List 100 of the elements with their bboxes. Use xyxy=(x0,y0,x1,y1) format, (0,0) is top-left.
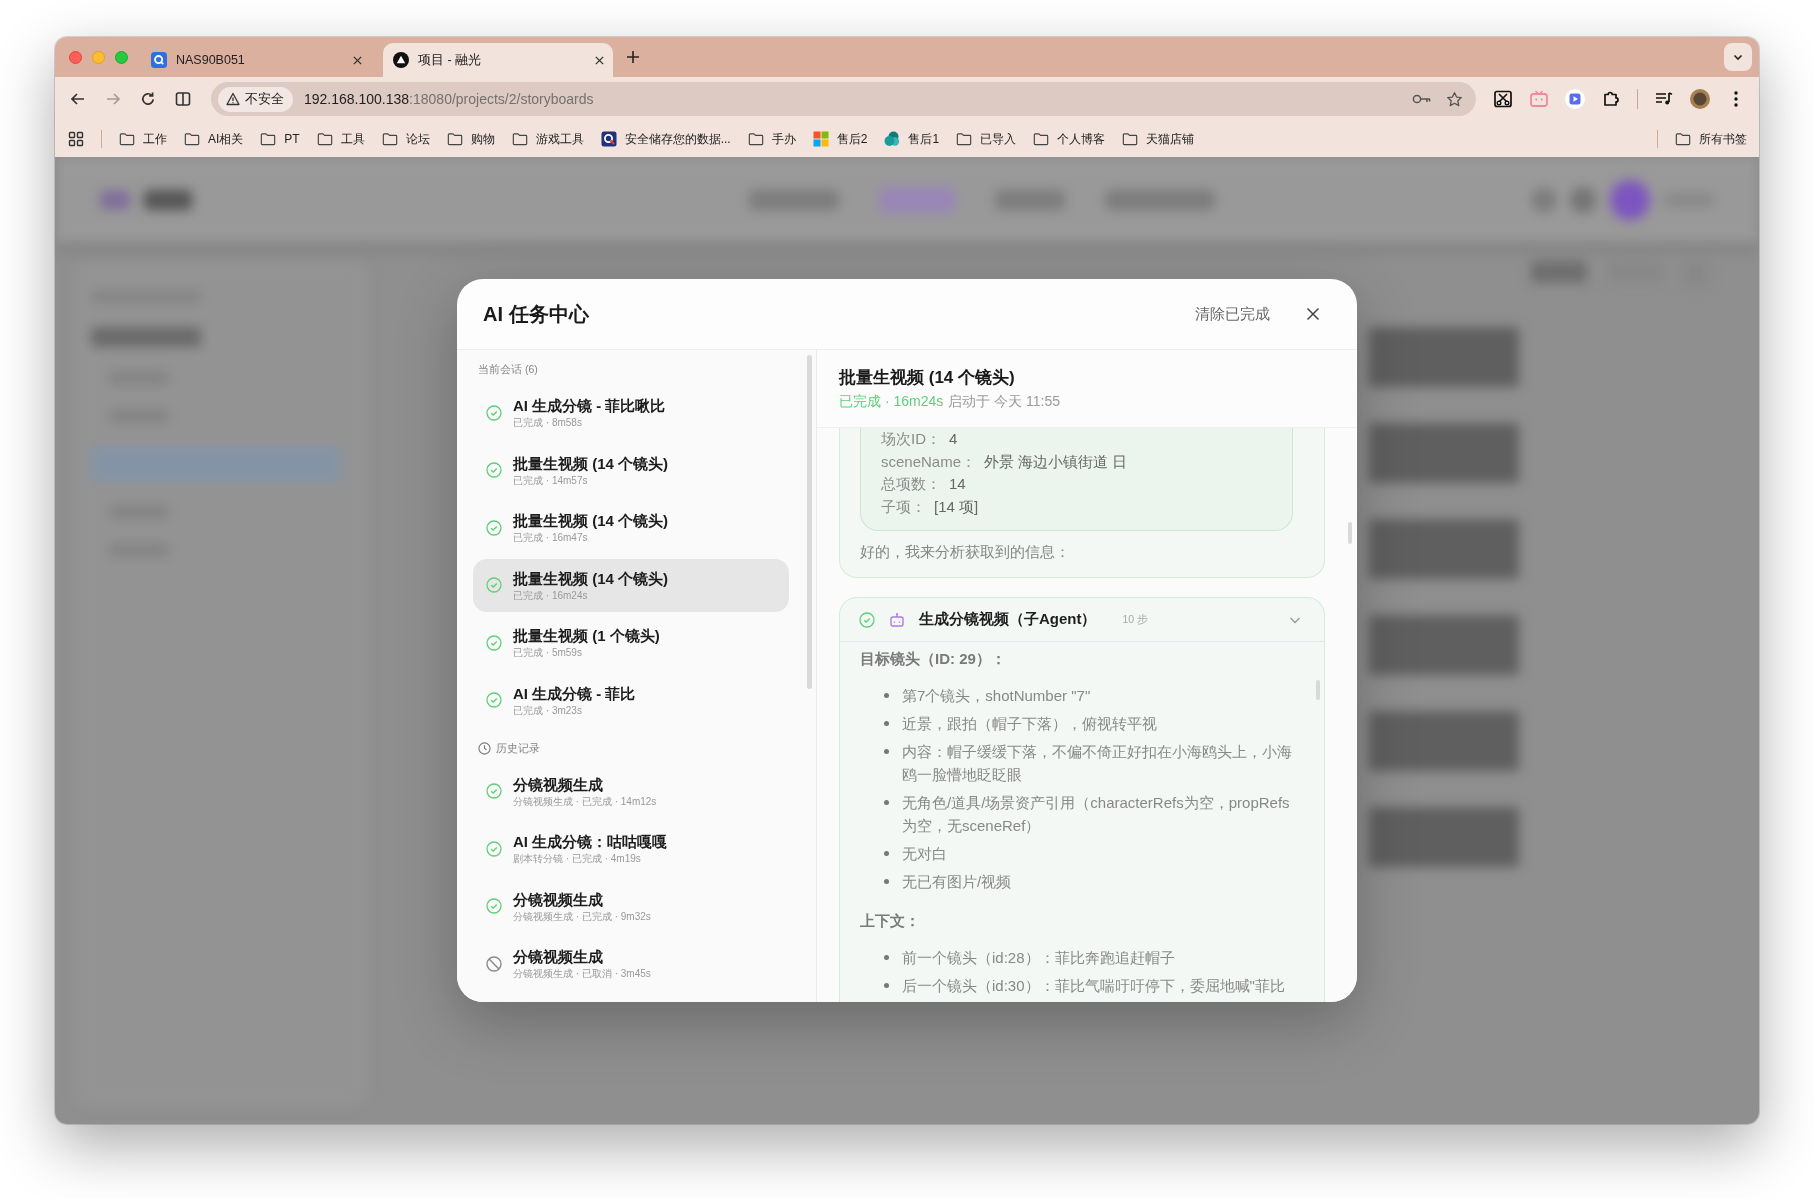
star-icon[interactable] xyxy=(1446,90,1463,108)
task-list-item[interactable]: 分镜视频生成 分镜视频生成 · 已取消 · 3m45s xyxy=(473,937,789,990)
more-menu-icon[interactable] xyxy=(1733,89,1739,109)
close-icon[interactable] xyxy=(594,54,605,66)
close-icon[interactable] xyxy=(352,54,363,66)
bullet-text: 前一个镜头（id:28）：菲比奔跑追赶帽子 xyxy=(902,948,1176,968)
bullet-text: 第7个镜头，shotNumber "7" xyxy=(902,686,1092,706)
task-list-item[interactable]: AI 生成分镜 - 菲比 已完成 · 3m23s xyxy=(473,673,789,727)
bookmark-item[interactable]: 个人博客 xyxy=(1033,130,1106,148)
field-label: 总项数： xyxy=(881,474,941,494)
bullet-text: 内容：帽子缓缓下落，不偏不倚正好扣在小海鸥头上，小海鸥一脸懵地眨眨眼 xyxy=(902,742,1293,785)
bookmark-item[interactable]: 安全储存您的数据... xyxy=(600,130,731,148)
triangle-disc-icon xyxy=(393,52,409,68)
bookmark-item[interactable]: 工作 xyxy=(119,130,167,148)
folder-icon xyxy=(1033,131,1050,147)
bookmark-item[interactable]: 天猫店铺 xyxy=(1122,130,1195,148)
bullet-text: 无角色/道具/场景资产引用（characterRefs为空，propRefs为空，无sceneRef） xyxy=(902,793,1291,836)
field-value: 外景 海边小镇街道 日 xyxy=(984,451,1128,472)
close-icon[interactable] xyxy=(1306,307,1320,321)
scrollbar[interactable] xyxy=(807,355,812,689)
field-value: 14 xyxy=(949,474,966,494)
split-view-icon[interactable] xyxy=(174,90,192,108)
bullet-text: 无对白 xyxy=(902,844,948,864)
task-list-item[interactable]: 批量生视频 (14 个镜头) 已完成 · 14m57s xyxy=(473,443,789,497)
bullet-icon xyxy=(884,851,889,856)
bookmark-item[interactable]: 论坛 xyxy=(381,130,430,148)
status-text: 已完成 · 16m24s xyxy=(839,392,944,411)
puzzle-icon[interactable] xyxy=(1601,89,1621,109)
task-list-item[interactable]: 批量生视频 (14 个镜头) 已完成 · 16m47s xyxy=(473,501,789,554)
ring-tile-icon xyxy=(600,131,617,147)
bullet-text: 无已有图片/视频 xyxy=(902,872,1013,892)
field-label: 场次ID： xyxy=(881,429,941,449)
browser-tab[interactable]: 项目 - 融光 xyxy=(383,43,613,77)
task-list-item[interactable]: 分镜视频生成 分镜视频生成 · 已完成 · 9m32s xyxy=(473,879,789,933)
folder-icon xyxy=(747,131,764,147)
folder-icon xyxy=(511,131,528,147)
task-list-item[interactable]: 批量生视频 (1 个镜头) 已完成 · 5m59s xyxy=(473,616,789,669)
task-detail-title: 批量生视频 (14 个镜头) xyxy=(839,367,1016,389)
dialog-title: AI 任务中心 xyxy=(483,301,589,327)
start-time-text: 启动于 今天 11:55 xyxy=(948,392,1061,411)
body-heading: 目标镜头（ID: 29）： xyxy=(860,649,1007,669)
bookmark-item[interactable]: AI相关 xyxy=(184,130,244,148)
folder-icon xyxy=(956,131,973,147)
security-warning-chip[interactable]: 不安全 xyxy=(218,86,293,112)
four-squares-icon xyxy=(812,131,829,147)
bullet-icon xyxy=(884,879,889,884)
field-value: 4 xyxy=(949,429,958,449)
warning-icon xyxy=(226,92,240,106)
field-value: [14 项] xyxy=(934,496,979,517)
field-label: sceneName： xyxy=(881,451,977,472)
avatar-icon[interactable] xyxy=(1690,89,1710,109)
clock-icon xyxy=(478,742,491,755)
play-badge-icon[interactable] xyxy=(1565,89,1585,109)
bookmark-item[interactable]: 已导入 xyxy=(956,130,1017,148)
folder-icon xyxy=(1122,131,1139,147)
key-icon[interactable] xyxy=(1412,92,1432,106)
bookmark-item[interactable]: PT xyxy=(260,131,300,147)
bullet-icon xyxy=(884,693,889,698)
step-count: 10 步 xyxy=(1122,612,1149,627)
bullet-text: 近景，跟拍（帽子下落），俯视转平视 xyxy=(902,714,1158,734)
bookmark-item[interactable]: 售后2 xyxy=(812,130,868,148)
folder-icon xyxy=(1675,131,1691,147)
folder-icon xyxy=(381,131,398,147)
field-label: 子项： xyxy=(881,496,926,517)
bookmark-item[interactable]: 售后1 xyxy=(884,130,940,148)
bullet-icon xyxy=(884,721,889,726)
task-list-item[interactable]: AI 生成分镜 - 菲比啾比 已完成 · 8m58s xyxy=(473,386,789,439)
bullet-icon xyxy=(884,983,889,988)
bullet-icon xyxy=(884,749,889,754)
task-list-item[interactable]: 批量生视频 (14 个镜头) 已完成 · 16m24s xyxy=(473,558,789,612)
new-tab-icon[interactable] xyxy=(626,50,640,64)
scrollbar[interactable] xyxy=(1348,522,1352,544)
circles-icon xyxy=(884,131,901,147)
task-list-item[interactable]: 分镜视频生成 分镜视频生成 · 已完成 · 14m12s xyxy=(473,764,789,818)
bookmark-item[interactable]: 购物 xyxy=(446,130,495,148)
folder-icon xyxy=(316,131,333,147)
reload-icon[interactable] xyxy=(139,90,157,108)
scissors-icon[interactable] xyxy=(1493,89,1513,109)
bookmark-item[interactable]: 所有书签 xyxy=(1675,130,1747,148)
url-text: 192.168.100.138:18080/projects/2/storyboards xyxy=(304,91,595,107)
address-field[interactable]: 不安全 192.168.100.138:18080/projects/2/storyboards xyxy=(211,82,1476,116)
bookmark-item[interactable]: 手办 xyxy=(747,130,796,148)
tab-list-button[interactable] xyxy=(1724,43,1752,71)
folder-icon xyxy=(260,131,277,147)
bullet-icon xyxy=(884,800,889,805)
browser-tab[interactable]: NAS90B051 xyxy=(141,43,371,77)
folder-icon xyxy=(119,131,135,147)
bullet-text: 后一个镜头（id:30）：菲比气喘吁吁停下，委屈地喊"菲比 xyxy=(902,976,1286,996)
section-heading: 当前会话 (6) xyxy=(478,363,538,377)
task-list-item[interactable]: AI 生成分镜：咕咕嘎嘎 剧本转分镜 · 已完成 · 4m19s xyxy=(473,822,789,875)
section-heading: 历史记录 xyxy=(496,741,540,756)
robot-icon xyxy=(889,611,905,628)
ring-tile-icon xyxy=(151,52,167,68)
bookmark-item[interactable]: 工具 xyxy=(316,130,365,148)
folder-icon xyxy=(184,131,200,147)
message-text: 好的，我来分析获取到的信息： xyxy=(860,543,1071,562)
apps-grid-icon[interactable] xyxy=(68,131,84,147)
body-heading: 上下文： xyxy=(860,911,921,931)
bookmark-item[interactable]: 游戏工具 xyxy=(511,130,584,148)
clear-completed-button[interactable]: 清除已完成 xyxy=(1195,304,1270,324)
